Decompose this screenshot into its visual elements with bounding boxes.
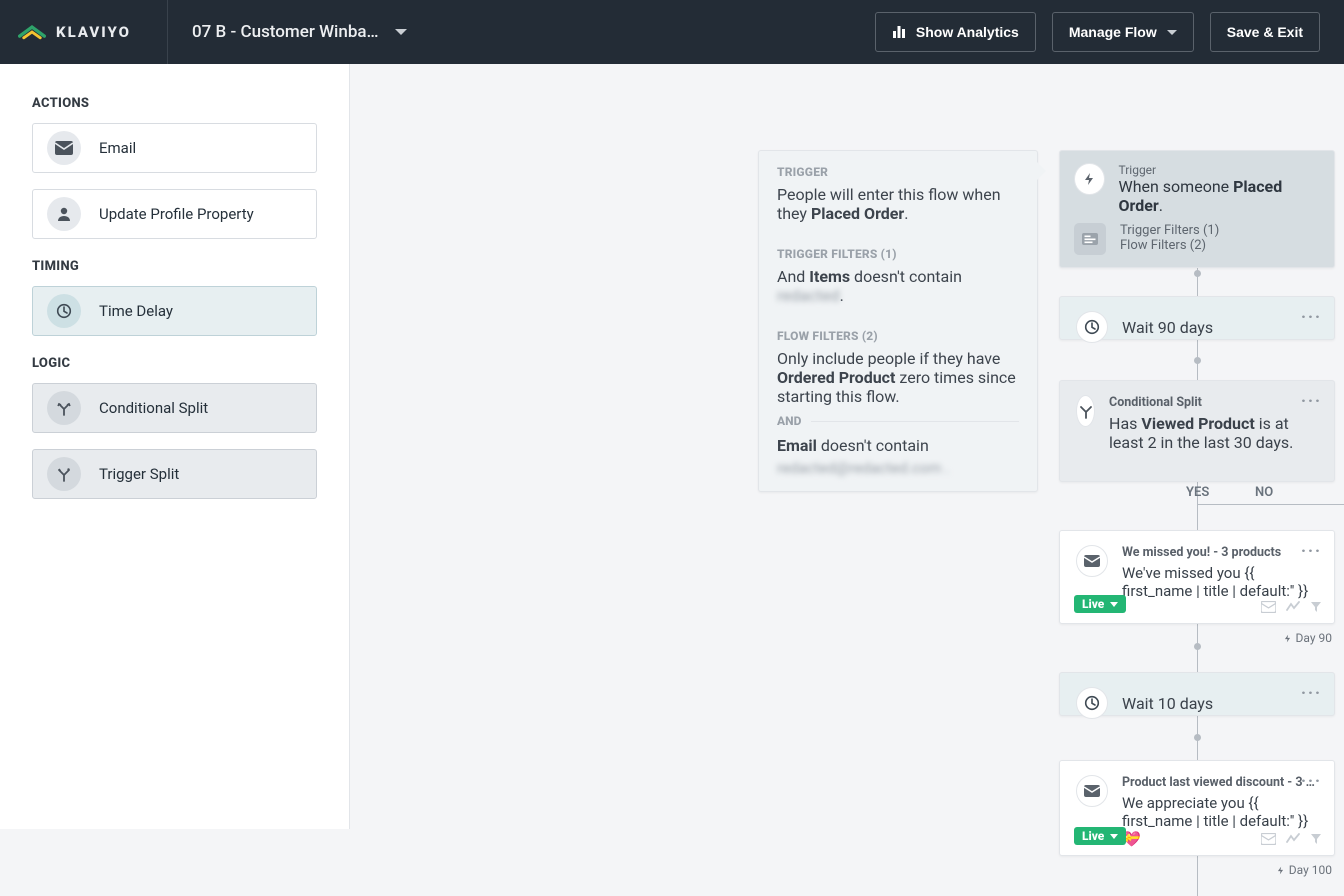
wait-text: Wait 90 days [1122, 318, 1213, 337]
split-icon [47, 391, 81, 425]
section-title-actions: ACTIONS [32, 96, 317, 111]
connector-dot [1194, 357, 1201, 364]
card-mini-icons [1261, 601, 1322, 613]
email-node-yes-2[interactable]: Product last viewed discount - 3 produc…… [1059, 760, 1335, 856]
tooltip-ff2-blur: redacted@redacted.com . [777, 459, 1019, 477]
palette-item-trigger-split[interactable]: Trigger Split [32, 449, 317, 499]
save-exit-label: Save & Exit [1227, 24, 1303, 40]
connector [1197, 504, 1344, 505]
email-node-yes-1[interactable]: We missed you! - 3 products We've missed… [1059, 530, 1335, 624]
connector-dot [1194, 643, 1201, 650]
palette-item-update-profile[interactable]: Update Profile Property [32, 189, 317, 239]
popover-notch [1036, 161, 1046, 181]
trigger-filters-count: Trigger Filters (1) [1120, 223, 1219, 238]
section-title-logic: LOGIC [32, 356, 317, 371]
node-description: Has Viewed Product is at least 2 in the … [1109, 414, 1318, 452]
trigger-node[interactable]: Trigger When someone Placed Order. Trigg… [1059, 150, 1335, 268]
email-title: We missed you! - 3 products [1122, 545, 1318, 560]
tooltip-tf-body: And Items doesn't contain redacted. [777, 267, 1019, 305]
show-analytics-label: Show Analytics [916, 24, 1019, 40]
palette-label: Time Delay [99, 302, 173, 320]
clock-icon [1076, 687, 1108, 719]
brand-name: KLAVIYO [56, 23, 131, 41]
manage-flow-button[interactable]: Manage Flow [1052, 12, 1194, 52]
conditional-split-node[interactable]: Conditional Split Has Viewed Product is … [1059, 380, 1335, 482]
day-badge: Day 90 [1283, 631, 1332, 645]
filter-icon[interactable] [1310, 601, 1322, 613]
email-subject: We've missed you {{ first_name | title |… [1122, 564, 1318, 600]
yes-label: YES [1186, 485, 1209, 500]
email-icon [1076, 775, 1108, 807]
section-title-timing: TIMING [32, 259, 317, 274]
node-title: Trigger [1119, 163, 1321, 177]
no-label: NO [1255, 485, 1273, 500]
bolt-icon [1074, 163, 1105, 195]
actions-sidebar: ACTIONS Email Update Profile Property TI… [0, 64, 350, 829]
chart-bar-icon [892, 25, 906, 39]
node-description: When someone Placed Order. [1119, 177, 1321, 215]
palette-item-time-delay[interactable]: Time Delay [32, 286, 317, 336]
wait-text: Wait 10 days [1122, 694, 1213, 713]
more-menu[interactable]: ··· [1301, 307, 1322, 326]
divider [167, 0, 168, 64]
palette-item-email[interactable]: Email [32, 123, 317, 173]
node-title: Conditional Split [1109, 395, 1318, 410]
more-menu[interactable]: ··· [1301, 683, 1322, 702]
time-delay-node-10[interactable]: Wait 10 days ··· [1059, 672, 1335, 716]
palette-label: Update Profile Property [99, 205, 254, 223]
palette-label: Conditional Split [99, 399, 208, 417]
clock-icon [1076, 311, 1108, 343]
palette-label: Trigger Split [99, 465, 179, 483]
more-menu[interactable]: ··· [1301, 541, 1322, 560]
flow-name: 07 B - Customer Winba… [192, 22, 379, 42]
brand-logo[interactable]: KLAVIYO [18, 22, 131, 42]
show-analytics-button[interactable]: Show Analytics [875, 12, 1036, 52]
status-live[interactable]: Live [1074, 595, 1126, 613]
manage-flow-label: Manage Flow [1069, 24, 1157, 40]
filters-icon [1074, 223, 1106, 255]
preview-icon[interactable] [1261, 601, 1276, 613]
chevron-down-icon [1167, 30, 1177, 35]
trigger-details-popover: TRIGGER People will enter this flow when… [758, 150, 1038, 492]
status-live[interactable]: Live [1074, 827, 1126, 845]
flow-canvas[interactable]: YES NO TRIGGER People will enter this fl… [350, 64, 1344, 829]
tooltip-section-title: TRIGGER FILTERS (1) [777, 247, 1019, 261]
and-divider: AND [777, 414, 1019, 428]
tooltip-section-title: FLOW FILTERS (2) [777, 329, 1019, 343]
chevron-down-icon [395, 29, 407, 35]
palette-label: Email [99, 139, 136, 157]
tooltip-ff-body: Only include people if they have Ordered… [777, 349, 1019, 406]
trigger-split-icon [47, 457, 81, 491]
email-title: Product last viewed discount - 3 produc… [1122, 775, 1318, 790]
filter-icon[interactable] [1310, 833, 1322, 845]
analytics-icon[interactable] [1286, 833, 1300, 845]
connector [1197, 856, 1198, 896]
app-header: KLAVIYO 07 B - Customer Winba… Show Anal… [0, 0, 1344, 64]
analytics-icon[interactable] [1286, 601, 1300, 613]
card-mini-icons [1261, 833, 1322, 845]
more-menu[interactable]: ··· [1301, 771, 1322, 790]
flow-filters-count: Flow Filters (2) [1120, 238, 1219, 253]
connector-dot [1194, 270, 1201, 277]
time-delay-node-90[interactable]: Wait 90 days ··· [1059, 296, 1335, 340]
flow-picker[interactable]: 07 B - Customer Winba… [192, 22, 407, 42]
tooltip-section-title: TRIGGER [777, 165, 1019, 179]
connector-dot [1194, 734, 1201, 741]
email-icon [47, 131, 81, 165]
user-icon [47, 197, 81, 231]
clock-icon [47, 294, 81, 328]
email-icon [1076, 545, 1108, 577]
day-badge: Day 100 [1276, 863, 1332, 877]
tooltip-ff2-body: Email doesn't contain [777, 436, 1019, 455]
tooltip-trigger-body: People will enter this flow when they Pl… [777, 185, 1019, 223]
preview-icon[interactable] [1261, 833, 1276, 845]
palette-item-conditional-split[interactable]: Conditional Split [32, 383, 317, 433]
save-exit-button[interactable]: Save & Exit [1210, 12, 1320, 52]
klaviyo-logo-icon [18, 22, 46, 42]
split-icon [1076, 395, 1095, 427]
more-menu[interactable]: ··· [1301, 391, 1322, 410]
